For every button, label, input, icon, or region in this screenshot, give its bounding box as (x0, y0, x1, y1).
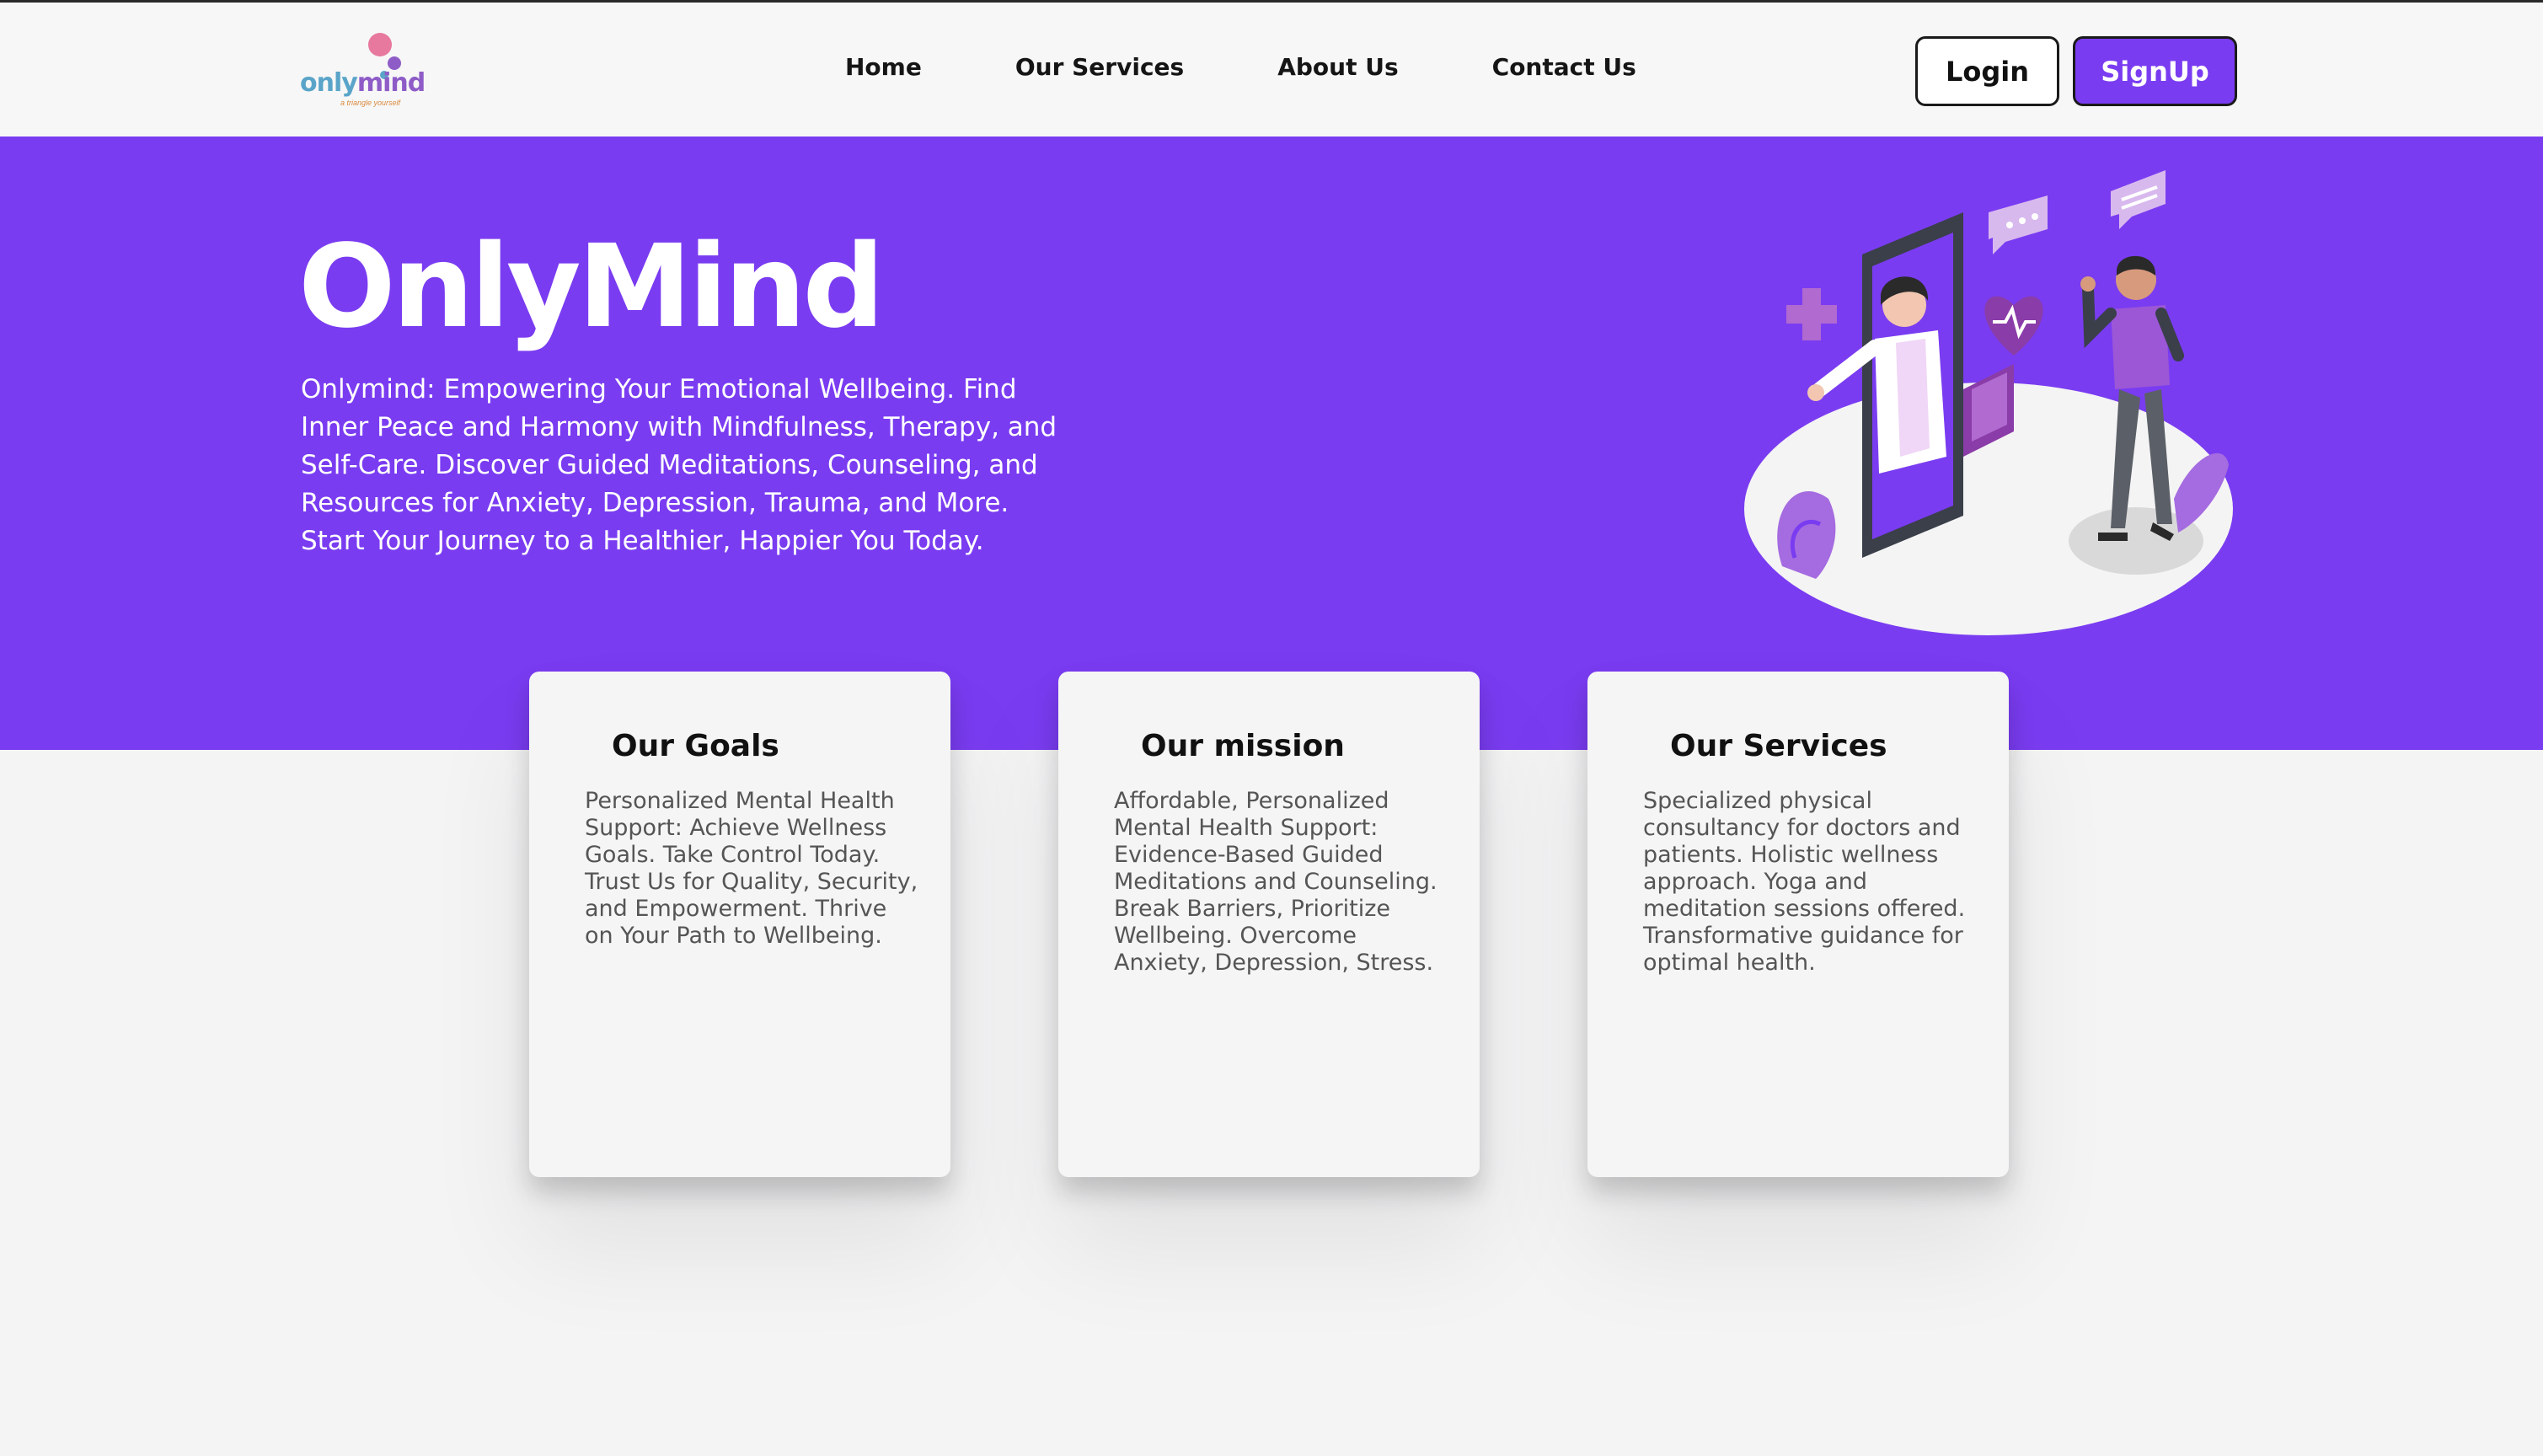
navbar: onlymind a triangle yourself Home Our Se… (0, 0, 2543, 136)
logo-tagline: a triangle yourself (340, 99, 401, 107)
services-card-text: Specialized physical consultancy for doc… (1643, 788, 1966, 976)
mission-card-text: Affordable, Personalized Mental Health S… (1114, 788, 1437, 976)
hero-description: Onlymind: Empowering Your Emotional Well… (301, 374, 1057, 556)
mission-card: Our mission Affordable, Personalized Men… (1058, 672, 1480, 1177)
nav-contact-link[interactable]: Contact Us (1492, 53, 1636, 81)
nav-services-link[interactable]: Our Services (1015, 53, 1184, 81)
hero-section: OnlyMind Onlymind: Empowering Your Emoti… (0, 136, 2543, 750)
login-button[interactable]: Login (1915, 36, 2059, 106)
services-card: Our Services Specialized physical consul… (1587, 672, 2009, 1177)
goals-card-title: Our Goals (612, 729, 779, 763)
main-nav: Home Our Services About Us Contact Us (845, 53, 1636, 81)
logo[interactable]: onlymind a triangle yourself (300, 31, 426, 112)
goals-card-text: Personalized Mental Health Support: Achi… (585, 788, 918, 949)
services-card-title: Our Services (1670, 729, 1887, 763)
logo-text: onlymind (300, 68, 426, 98)
mission-card-title: Our mission (1141, 729, 1345, 763)
goals-card: Our Goals Personalized Mental Health Sup… (529, 672, 950, 1177)
hero-title: OnlyMind (298, 221, 885, 354)
nav-home-link[interactable]: Home (845, 53, 922, 81)
nav-about-link[interactable]: About Us (1277, 53, 1398, 81)
signup-button[interactable]: SignUp (2073, 36, 2237, 106)
